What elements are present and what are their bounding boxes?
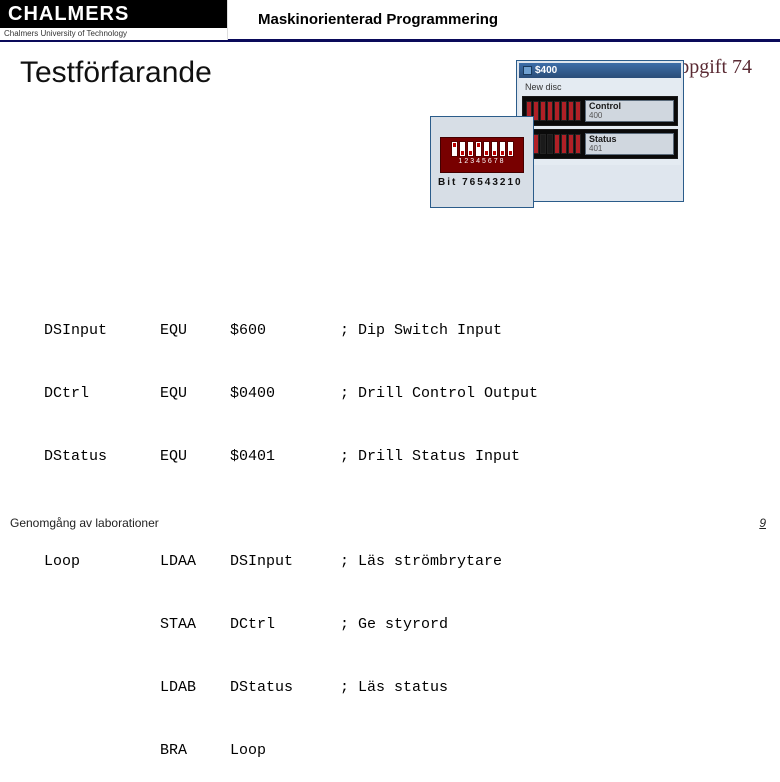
code-line: STAADCtrl; Ge styrord (44, 614, 538, 635)
window-title-bar: $400 (519, 63, 681, 78)
page-number: 9 (759, 516, 766, 530)
control-leds (526, 101, 581, 121)
code-line: DCtrlEQU$0400; Drill Control Output (44, 383, 538, 404)
led-window: $400 New disc Control400 Status401 (516, 60, 684, 202)
footer: Genomgång av laborationer 9 (10, 516, 766, 530)
window-icon (523, 66, 532, 75)
dip-switch-row (451, 141, 514, 157)
dip-numbers: 12345678 (458, 158, 505, 165)
code-line: LoopLDAADSInput; Läs strömbrytare (44, 551, 538, 572)
control-label: Control400 (585, 100, 674, 122)
window-address: $400 (535, 65, 557, 76)
page-title: Testförfarande (20, 56, 212, 90)
code-line: BRALoop (44, 740, 538, 761)
header-bar: CHALMERS Chalmers University of Technolo… (0, 0, 780, 42)
dip-switch-body: 12345678 (440, 137, 524, 173)
dip-caption: Bit 76543210 (434, 177, 523, 188)
logo-subtitle: Chalmers University of Technology (0, 28, 227, 38)
code-line: DStatusEQU$0401; Drill Status Input (44, 446, 538, 467)
window-body: New disc Control400 Status401 (519, 78, 681, 165)
footer-left: Genomgång av laborationer (10, 516, 159, 530)
status-row: Status401 (522, 129, 678, 159)
window-tab: New disc (522, 81, 678, 93)
code-line: LDABDStatus; Läs status (44, 677, 538, 698)
dip-switch-panel: 12345678 Bit 76543210 (430, 116, 534, 208)
code-line: DSInputEQU$600; Dip Switch Input (44, 320, 538, 341)
code-block: DSInputEQU$600; Dip Switch Input DCtrlEQ… (44, 278, 538, 782)
chalmers-logo: CHALMERS Chalmers University of Technolo… (0, 0, 228, 40)
status-label: Status401 (585, 133, 674, 155)
graphics-cluster: $400 New disc Control400 Status401 (430, 60, 690, 220)
logo-text: CHALMERS (0, 0, 227, 28)
status-leds (526, 134, 581, 154)
control-row: Control400 (522, 96, 678, 126)
course-title: Maskinorienterad Programmering (258, 11, 498, 28)
